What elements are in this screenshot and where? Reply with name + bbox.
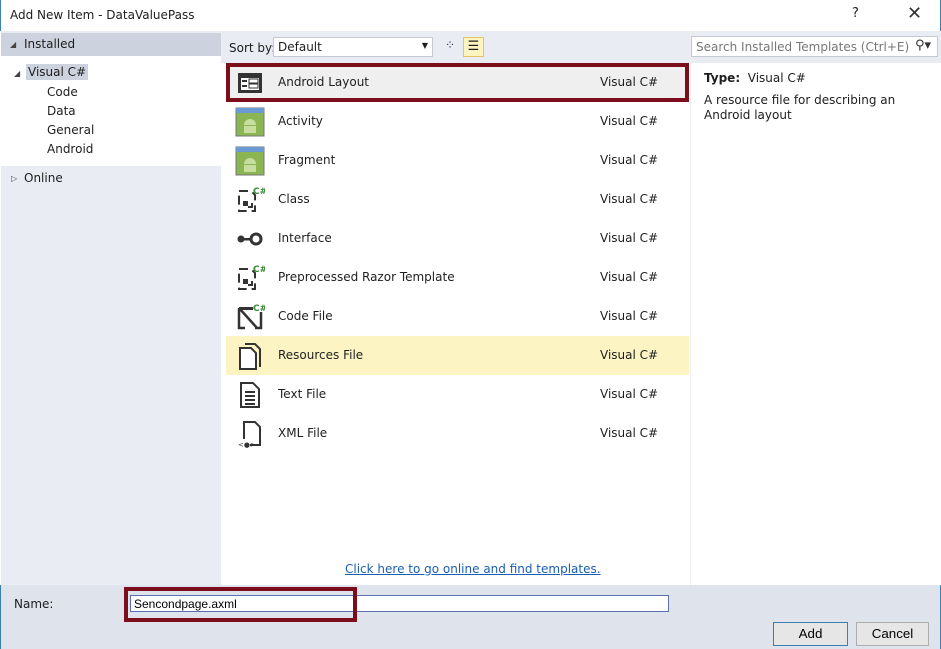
- android-icon: [235, 107, 265, 137]
- type-label: Type:: [704, 71, 741, 85]
- chevron-down-icon: ▼: [421, 41, 428, 50]
- template-name: Text File: [278, 387, 327, 401]
- search-input[interactable]: Search Installed Templates (Ctrl+E) ⚲▾: [691, 36, 938, 57]
- close-button[interactable]: ✕: [907, 3, 922, 24]
- tree-item-android[interactable]: Android: [47, 142, 93, 156]
- category-tree: ◢ Visual C# Code Data General Android: [1, 56, 221, 166]
- template-name: Class: [278, 192, 310, 206]
- tree-item-general[interactable]: General: [47, 123, 94, 137]
- template-item[interactable]: Text File Visual C#: [226, 375, 689, 414]
- code-file-icon: C#: [235, 302, 267, 332]
- template-item[interactable]: <●> XML File Visual C#: [226, 414, 689, 453]
- template-item[interactable]: Fragment Visual C#: [226, 141, 689, 180]
- resources-icon: [235, 341, 265, 371]
- template-name: Activity: [278, 114, 323, 128]
- template-language: Visual C#: [600, 270, 659, 284]
- template-item[interactable]: Interface Visual C#: [226, 219, 689, 258]
- search-placeholder: Search Installed Templates (Ctrl+E): [696, 40, 910, 54]
- template-item[interactable]: Android Layout Visual C#: [226, 63, 689, 102]
- sort-value: Default: [278, 40, 322, 54]
- cancel-button[interactable]: Cancel: [856, 622, 929, 646]
- category-sidebar: ◢ Installed ◢ Visual C# Code Data General…: [1, 31, 221, 585]
- help-button[interactable]: ?: [852, 6, 859, 21]
- text-file-icon: [235, 380, 265, 410]
- class-icon: C#: [235, 185, 267, 215]
- template-name: Code File: [278, 309, 333, 323]
- xml-file-icon: <●>: [235, 419, 265, 449]
- details-panel: Search Installed Templates (Ctrl+E) ⚲▾ Ty…: [690, 31, 941, 585]
- template-language: Visual C#: [600, 309, 659, 323]
- svg-text:C#: C#: [253, 187, 265, 197]
- template-language: Visual C#: [600, 192, 659, 206]
- template-name: Fragment: [278, 153, 336, 167]
- search-bar: Search Installed Templates (Ctrl+E) ⚲▾: [691, 31, 941, 63]
- highlight-box: [124, 587, 357, 622]
- template-language: Visual C#: [600, 114, 659, 128]
- add-button[interactable]: Add: [773, 622, 848, 646]
- search-icon[interactable]: ⚲▾: [915, 38, 931, 53]
- footer: Name: Add Cancel: [0, 585, 941, 649]
- toolbar: Sort by: Default ▼ ⁘ ☰: [221, 31, 690, 63]
- template-item[interactable]: C# Code File Visual C#: [226, 297, 689, 336]
- template-description: A resource file for describing an Androi…: [704, 93, 896, 122]
- template-language: Visual C#: [600, 153, 659, 167]
- android-icon: [235, 146, 265, 176]
- template-item[interactable]: Activity Visual C#: [226, 102, 689, 141]
- interface-icon: [235, 224, 265, 254]
- template-name: XML File: [278, 426, 328, 440]
- tree-item-code[interactable]: Code: [47, 85, 78, 99]
- sort-label: Sort by:: [229, 41, 276, 55]
- svg-text:C#: C#: [253, 265, 265, 275]
- installed-label: Installed: [24, 37, 76, 51]
- layout-icon: [235, 68, 265, 98]
- type-info: Type: Visual C#: [704, 71, 806, 85]
- installed-header[interactable]: ◢ Installed: [1, 33, 221, 56]
- template-list: Android Layout Visual C# Activity Visual C#…: [221, 63, 690, 585]
- tree-item-visual-csharp[interactable]: Visual C#: [26, 64, 89, 80]
- tree-item-data[interactable]: Data: [47, 104, 76, 118]
- tree-item-online[interactable]: Online: [24, 171, 63, 185]
- template-language: Visual C#: [600, 387, 659, 401]
- expanded-icon: ◢: [14, 69, 21, 78]
- class-icon: C#: [235, 263, 267, 293]
- type-value: Visual C#: [747, 71, 806, 85]
- template-item[interactable]: C# Class Visual C#: [226, 180, 689, 219]
- window-title: Add New Item - DataValuePass: [10, 8, 195, 22]
- template-language: Visual C#: [600, 426, 659, 440]
- expanded-icon: ◢: [10, 40, 17, 49]
- template-name: Preprocessed Razor Template: [278, 270, 455, 284]
- template-item[interactable]: Resources File Visual C#: [226, 336, 689, 375]
- name-label: Name:: [14, 597, 54, 611]
- online-templates-link[interactable]: Click here to go online and find templat…: [345, 562, 601, 576]
- template-name: Resources File: [278, 348, 364, 362]
- svg-text:<●>: <●>: [238, 441, 256, 449]
- title-bar: Add New Item - DataValuePass ? ✕: [0, 0, 941, 31]
- list-view-icon[interactable]: ☰: [463, 37, 484, 57]
- template-language: Visual C#: [600, 75, 659, 89]
- template-language: Visual C#: [600, 231, 659, 245]
- template-name: Android Layout: [278, 75, 370, 89]
- svg-text:C#: C#: [253, 304, 265, 314]
- grid-view-icon[interactable]: ⁘: [441, 38, 459, 56]
- collapsed-icon: ▷: [11, 174, 18, 183]
- sort-select[interactable]: Default ▼: [273, 37, 433, 57]
- template-item[interactable]: C# Preprocessed Razor Template Visual C#: [226, 258, 689, 297]
- template-name: Interface: [278, 231, 332, 245]
- template-language: Visual C#: [600, 348, 659, 362]
